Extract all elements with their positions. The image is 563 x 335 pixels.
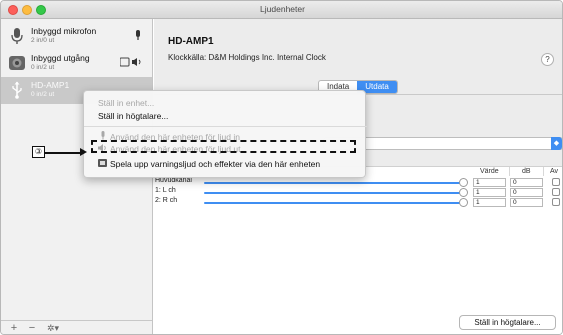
db-field[interactable]: 0 xyxy=(510,198,543,207)
device-context-menu: Ställ in enhet... Ställ in högtalare... … xyxy=(83,90,367,178)
updown-chevron-icon: ◆ xyxy=(551,137,562,150)
column-divider xyxy=(509,167,510,176)
device-io: 0 in/2 ut xyxy=(31,64,55,71)
device-name: Inbyggd utgång xyxy=(31,53,90,63)
output-badge-icon xyxy=(119,57,142,69)
device-io: 2 in/0 ut xyxy=(31,37,55,44)
channel-table: Värde dB Av Huvudkanal 1 0 1: L ch 1 0 2… xyxy=(154,166,562,334)
value-field[interactable]: 1 xyxy=(473,188,506,197)
title-bar: Ljudenheter xyxy=(1,1,562,19)
device-io: 0 in/2 ut xyxy=(31,91,55,98)
channel-label: 2: R ch xyxy=(155,197,178,204)
clock-source-value[interactable]: D&M Holdings Inc. Internal Clock xyxy=(208,53,325,62)
remove-device-button[interactable]: − xyxy=(25,322,39,334)
volume-slider-knob[interactable] xyxy=(459,188,468,197)
column-divider xyxy=(543,167,544,176)
mute-checkbox[interactable] xyxy=(552,178,560,186)
mute-checkbox[interactable] xyxy=(552,198,560,206)
menu-item-label: Spela upp varningsljud och effekter via … xyxy=(110,159,321,169)
volume-slider-knob[interactable] xyxy=(459,198,468,207)
device-name: Inbyggd mikrofon xyxy=(31,26,97,36)
column-header-mute: Av xyxy=(550,168,559,175)
mic-badge-icon xyxy=(134,30,142,43)
audio-midi-window: Ljudenheter Inbyggd mikrofon 2 in/0 ut I… xyxy=(0,0,563,335)
device-item-built-in-microphone[interactable]: Inbyggd mikrofon 2 in/0 ut xyxy=(1,23,152,50)
clock-source: Klockkälla: D&M Holdings Inc. Internal C… xyxy=(168,53,326,62)
db-field[interactable]: 0 xyxy=(510,188,543,197)
step-callout: ③ xyxy=(32,146,45,158)
page-title: HD-AMP1 xyxy=(168,36,214,47)
db-field[interactable]: 0 xyxy=(510,178,543,187)
channel-label: 1: L ch xyxy=(155,187,176,194)
column-header-db: dB xyxy=(522,168,531,175)
add-device-button[interactable]: + xyxy=(7,322,21,334)
menu-item-configure-device[interactable]: Ställ in enhet... xyxy=(98,98,154,108)
menu-item-play-alerts[interactable]: Spela upp varningsljud och effekter via … xyxy=(98,159,320,169)
volume-slider[interactable] xyxy=(204,192,466,194)
device-name: HD-AMP1 xyxy=(31,80,70,90)
callout-arrow xyxy=(45,152,83,154)
value-field[interactable]: 1 xyxy=(473,198,506,207)
speaker-icon xyxy=(9,56,25,70)
usb-icon xyxy=(12,81,22,99)
configure-speakers-button[interactable]: Ställ in högtalare... xyxy=(459,315,556,330)
volume-slider[interactable] xyxy=(204,202,466,204)
volume-slider-knob[interactable] xyxy=(459,178,468,187)
clock-source-label: Klockkälla: xyxy=(168,53,207,62)
column-header-value: Värde xyxy=(480,168,499,175)
alert-icon xyxy=(98,159,107,169)
channel-label: Huvudkanal xyxy=(155,177,192,184)
sidebar-toolbar: + − ✲▾ xyxy=(1,320,152,334)
volume-slider[interactable] xyxy=(204,182,466,184)
arrow-right-icon xyxy=(80,148,87,156)
highlight-frame xyxy=(91,140,356,153)
window-title: Ljudenheter xyxy=(260,4,305,14)
value-field[interactable]: 1 xyxy=(473,178,506,187)
menu-divider xyxy=(84,126,367,127)
microphone-icon xyxy=(11,28,23,44)
device-item-built-in-output[interactable]: Inbyggd utgång 0 in/2 ut xyxy=(1,50,152,77)
menu-item-configure-speakers[interactable]: Ställ in högtalare... xyxy=(98,111,168,121)
mute-checkbox[interactable] xyxy=(552,188,560,196)
help-button[interactable]: ? xyxy=(541,53,554,66)
gear-icon[interactable]: ✲▾ xyxy=(43,322,63,334)
